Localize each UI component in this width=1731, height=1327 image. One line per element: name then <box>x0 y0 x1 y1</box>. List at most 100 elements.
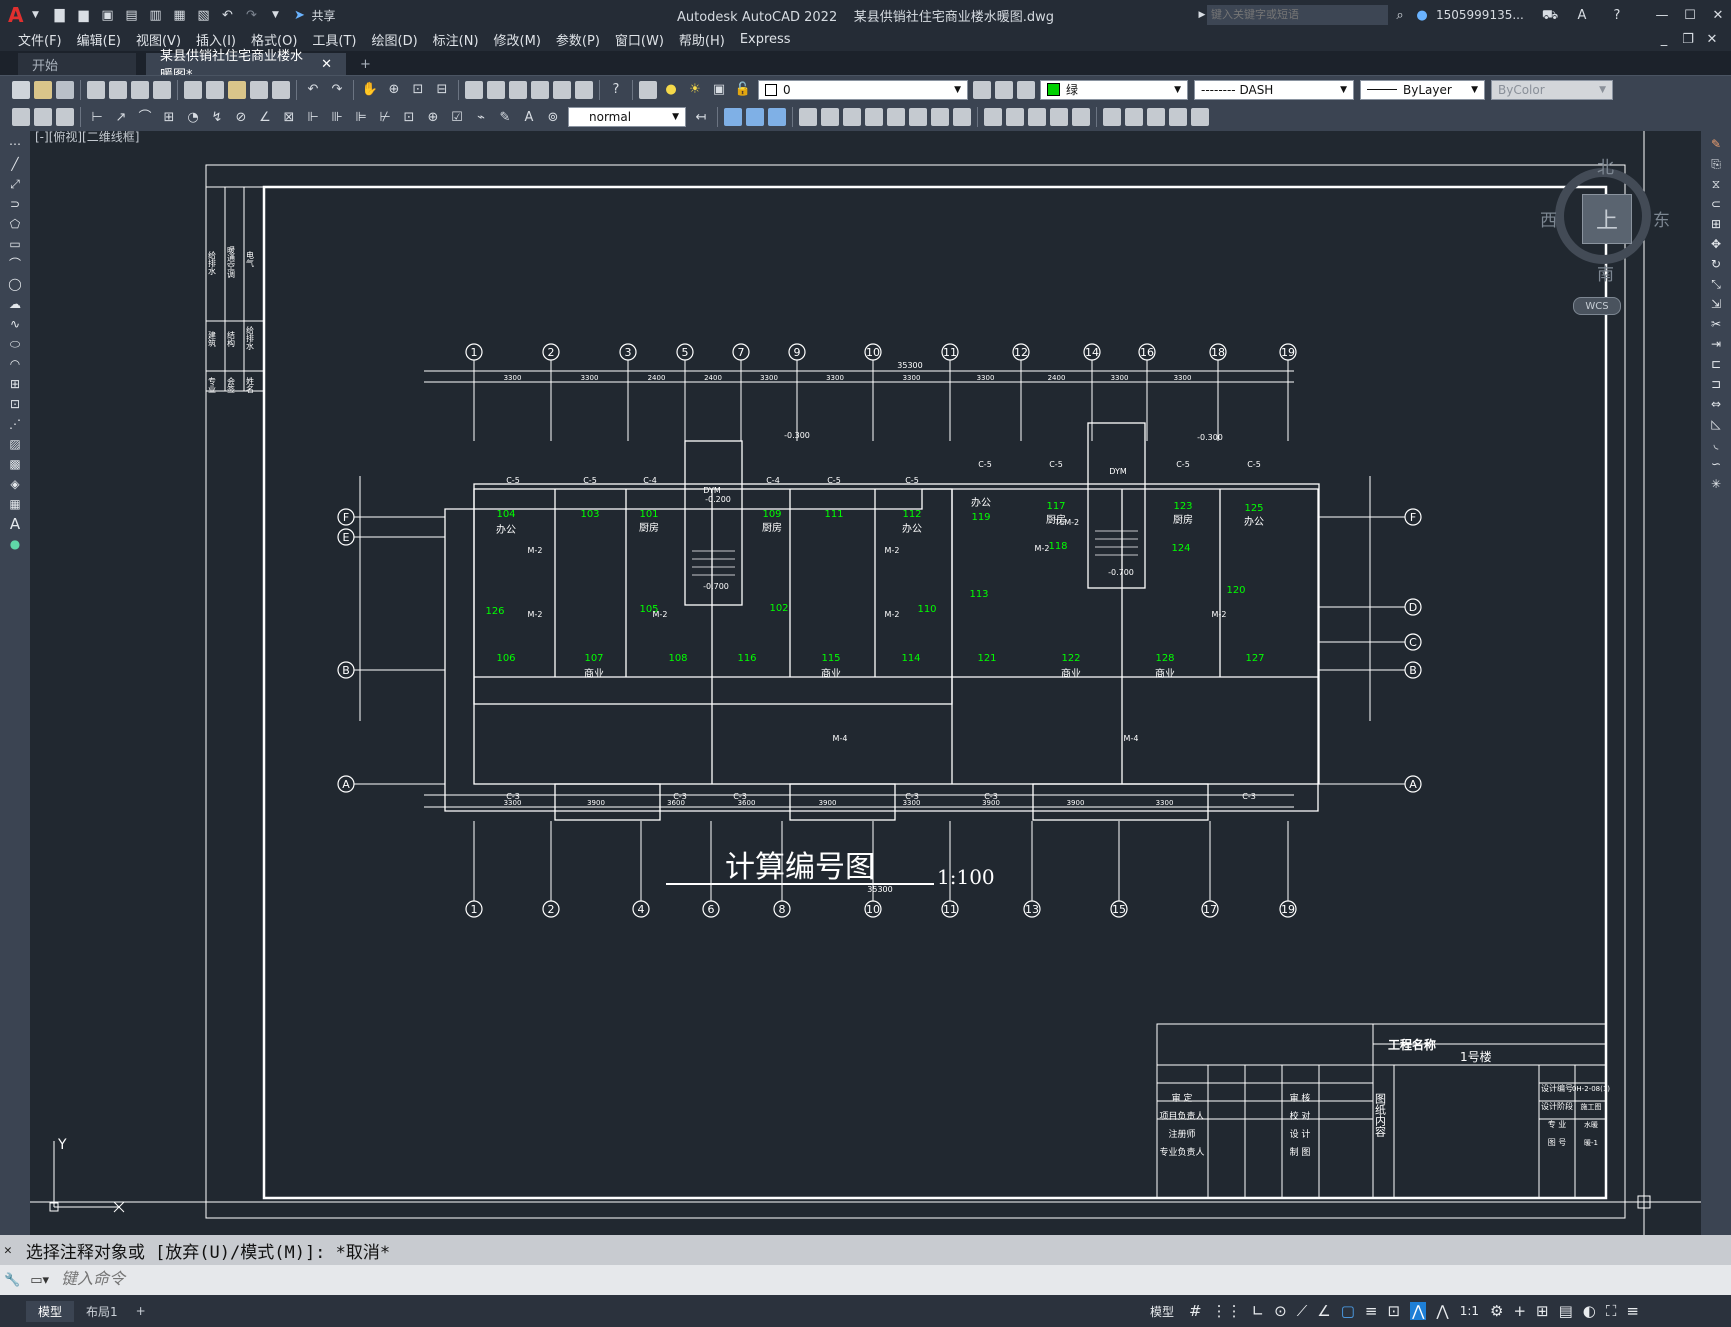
jogged-linear-icon[interactable]: ⌁ <box>471 107 491 127</box>
user-name[interactable]: 1505999135... <box>1436 8 1524 22</box>
osnap-tracking-icon[interactable]: ∠ <box>1317 1302 1330 1320</box>
color-dropdown[interactable]: 绿 ▼ <box>1040 79 1188 100</box>
menu-dimension[interactable]: 标注(N) <box>433 30 479 49</box>
cut-icon[interactable] <box>184 80 202 99</box>
customization-icon[interactable]: ≡ <box>1626 1302 1639 1320</box>
object-snap-icon[interactable]: ▢ <box>1341 1302 1355 1320</box>
chamfer-icon[interactable]: ◺ <box>1707 417 1725 431</box>
arc-icon[interactable]: ⌒ <box>6 257 24 271</box>
dim-linear-icon[interactable]: ⊢ <box>87 107 107 127</box>
trim-icon[interactable]: ✂ <box>1707 317 1725 331</box>
rotate-icon[interactable]: ↻ <box>1707 257 1725 271</box>
ortho-icon[interactable]: ∟ <box>1252 1302 1265 1320</box>
dim-style-icon[interactable] <box>12 108 30 126</box>
auto-scale-icon[interactable]: ⋀ <box>1436 1302 1448 1320</box>
break-icon[interactable]: ⊐ <box>1707 377 1725 391</box>
copy-object-icon[interactable]: ⎘ <box>1707 157 1725 171</box>
pan-icon[interactable]: ✋ <box>360 80 380 100</box>
dim-reassoc-icon[interactable]: ⊚ <box>543 107 563 127</box>
modify-tool-15-icon[interactable] <box>1050 108 1068 126</box>
viewcube-top-face[interactable]: 上 <box>1582 194 1632 244</box>
layer-dropdown[interactable]: 0 ▼ <box>758 79 968 100</box>
array-icon[interactable]: ⊞ <box>1707 217 1725 231</box>
plotstyle-dropdown[interactable]: ByColor ▼ <box>1491 79 1613 100</box>
menu-window[interactable]: 窗口(W) <box>615 30 664 49</box>
dim-apply-icon[interactable]: ↤ <box>691 107 711 127</box>
workspace-gear-icon[interactable]: ⚙ <box>1490 1302 1503 1320</box>
calculator-icon[interactable] <box>575 80 593 99</box>
modify-tool-7-icon[interactable] <box>865 108 883 126</box>
tab-model[interactable]: 模型 <box>26 1300 75 1322</box>
table-icon[interactable]: ▦ <box>6 497 24 511</box>
new-file-icon[interactable]: ▇ <box>49 5 69 25</box>
hatch-icon[interactable]: ▨ <box>6 437 24 451</box>
region-icon[interactable]: ◈ <box>6 477 24 491</box>
menu-parametric[interactable]: 参数(P) <box>556 30 600 49</box>
search-input[interactable] <box>1207 5 1388 25</box>
doc-minimize-icon[interactable]: _ <box>1654 29 1674 49</box>
ellipse-icon[interactable]: ⬭ <box>6 337 24 351</box>
tab-start[interactable]: 开始 <box>18 53 136 75</box>
command-input[interactable] <box>59 1270 863 1290</box>
viewcube-west[interactable]: 西 <box>1540 206 1557 231</box>
line-icon[interactable]: ╱ <box>6 157 24 171</box>
mirror-icon[interactable]: ⧖ <box>1707 177 1725 191</box>
menu-edit[interactable]: 编辑(E) <box>77 30 121 49</box>
quick-dim-icon[interactable]: ⊠ <box>279 107 299 127</box>
block-editor-icon[interactable] <box>272 80 290 99</box>
dim-continue-icon[interactable]: ⊪ <box>327 107 347 127</box>
design-center-icon[interactable] <box>487 80 505 99</box>
dim-update-icon[interactable] <box>34 108 52 126</box>
layer-on-bulb-icon[interactable]: ● <box>661 80 681 100</box>
share-icon[interactable]: ➤ <box>289 5 309 25</box>
command-prompt-icon[interactable]: ▭▾ <box>30 1273 49 1288</box>
lineweight-icon[interactable]: ≡ <box>1365 1302 1378 1320</box>
share-button[interactable]: 共享 <box>311 7 335 24</box>
annotation-monitor-icon[interactable]: + <box>1513 1302 1526 1320</box>
dim-ordinate-icon[interactable]: ⊞ <box>159 107 179 127</box>
circle-icon[interactable]: ◯ <box>6 277 24 291</box>
annotation-visibility-icon[interactable]: ⋀ <box>1410 1302 1427 1320</box>
menu-tools[interactable]: 工具(T) <box>312 30 356 49</box>
3dprint-icon[interactable] <box>153 80 171 99</box>
modify-tool-14-icon[interactable] <box>1028 108 1046 126</box>
gradient-icon[interactable]: ▩ <box>6 457 24 471</box>
command-close-icon[interactable]: ✕ <box>4 1243 12 1258</box>
open-icon[interactable] <box>34 80 52 99</box>
zoom-previous-icon[interactable]: ⊟ <box>432 80 452 100</box>
modify-tool-6-icon[interactable] <box>843 108 861 126</box>
modify-tool-9-icon[interactable] <box>909 108 927 126</box>
redo-icon[interactable]: ↷ <box>241 5 261 25</box>
stretch-icon[interactable]: ⇲ <box>1707 297 1725 311</box>
grip-handle-icon[interactable]: ⋯ <box>6 137 24 151</box>
make-current-layer-icon[interactable] <box>973 80 991 99</box>
modify-tool-17-icon[interactable] <box>1103 108 1121 126</box>
save-as-icon[interactable]: ▤ <box>121 5 141 25</box>
polygon-icon[interactable]: ⬠ <box>6 217 24 231</box>
publish-icon[interactable] <box>131 80 149 99</box>
search-icon[interactable]: ⌕ <box>1390 5 1410 25</box>
wcs-button[interactable]: WCS <box>1573 297 1621 315</box>
help-icon[interactable]: ? <box>1607 5 1627 25</box>
user-icon[interactable]: ● <box>1412 5 1432 25</box>
modify-tool-5-icon[interactable] <box>821 108 839 126</box>
tolerance-icon[interactable]: ⊡ <box>399 107 419 127</box>
menu-draw[interactable]: 绘图(D) <box>372 30 418 49</box>
dim-break-icon[interactable]: ⊬ <box>375 107 395 127</box>
modify-tool-4-icon[interactable] <box>799 108 817 126</box>
layer-thaw-sun-icon[interactable]: ☀ <box>685 80 705 100</box>
zoom-realtime-icon[interactable]: ⊕ <box>384 80 404 100</box>
units-icon[interactable]: ⊞ <box>1536 1302 1549 1320</box>
break-point-icon[interactable]: ⊏ <box>1707 357 1725 371</box>
menu-file[interactable]: 文件(F) <box>18 30 62 49</box>
explode-icon[interactable]: ✳ <box>1707 477 1725 491</box>
isodraft-icon[interactable]: ⟋ <box>1297 1302 1308 1320</box>
modify-tool-13-icon[interactable] <box>1006 108 1024 126</box>
spline-icon[interactable]: ∿ <box>6 317 24 331</box>
revision-cloud-icon[interactable]: ☁ <box>6 297 24 311</box>
copy-icon[interactable] <box>206 80 224 99</box>
polyline-icon[interactable]: ⊃ <box>6 197 24 211</box>
extend-icon[interactable]: ⇥ <box>1707 337 1725 351</box>
close-icon[interactable]: ✕ <box>1708 5 1728 25</box>
plot-icon[interactable] <box>87 80 105 99</box>
